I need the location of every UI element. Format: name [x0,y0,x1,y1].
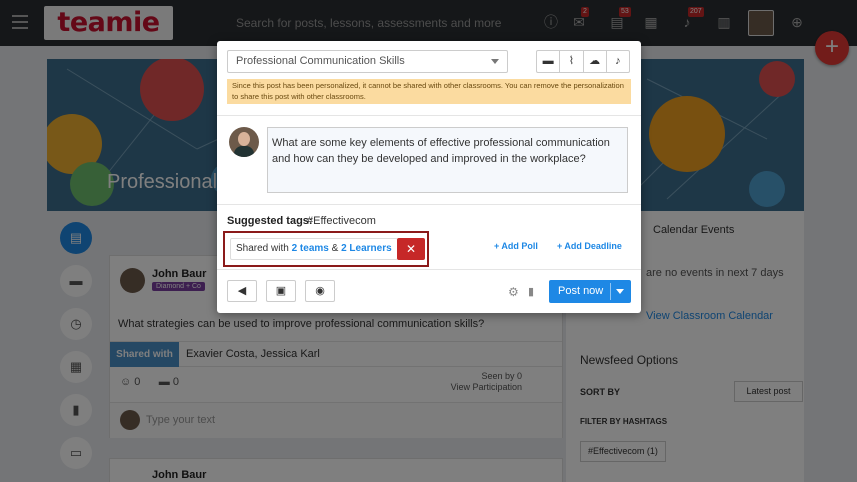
gear-icon[interactable]: ⚙ [508,285,519,299]
microphone-icon[interactable]: ♪ [607,51,629,72]
shared-with-button[interactable]: Shared with 2 teams & 2 Learners [230,238,398,260]
suggested-tags-label: Suggested tags: [227,215,313,227]
create-post-modal: Professional Communication Skills ▬ ⌇ ☁ … [217,41,641,313]
trash-icon[interactable]: ▮ [528,285,534,298]
divider [610,283,611,300]
post-now-button[interactable]: Post now [549,280,631,303]
cloud-icon[interactable]: ☁ [584,51,607,72]
chevron-down-icon [491,59,499,64]
shared-learners-link[interactable]: 2 Learners [341,243,392,254]
paperclip-icon[interactable]: ⌇ [560,51,584,72]
shared-with-highlight: Shared with 2 teams & 2 Learners ✕ [223,231,429,267]
remove-sharing-button[interactable]: ✕ [397,238,425,260]
classroom-select-value: Professional Communication Skills [236,55,405,67]
avatar [229,127,259,157]
divider [217,115,641,116]
lock-icon[interactable]: ▣ [266,280,296,302]
folder-icon[interactable]: ▬ [537,51,561,72]
attachment-toolbar: ▬ ⌇ ☁ ♪ [536,50,630,73]
add-poll-button[interactable]: + Add Poll [494,241,538,251]
suggested-tag[interactable]: #Effectivecom [307,215,376,227]
shared-teams-link[interactable]: 2 teams [292,243,329,254]
post-now-label: Post now [558,285,604,297]
divider [217,269,641,270]
eye-icon[interactable]: ◉ [305,280,335,302]
classroom-select[interactable]: Professional Communication Skills [227,50,508,73]
chevron-down-icon[interactable] [616,289,624,294]
shared-amp: & [328,243,342,254]
announcement-icon[interactable]: ◀ [227,280,257,302]
post-text-editor[interactable]: What are some key elements of effective … [267,127,628,193]
shared-with-prefix: Shared with [236,243,292,254]
personalization-warning: Since this post has been personalized, i… [227,79,631,104]
divider [217,204,641,205]
close-icon: ✕ [405,242,417,256]
add-deadline-button[interactable]: + Add Deadline [557,241,622,251]
